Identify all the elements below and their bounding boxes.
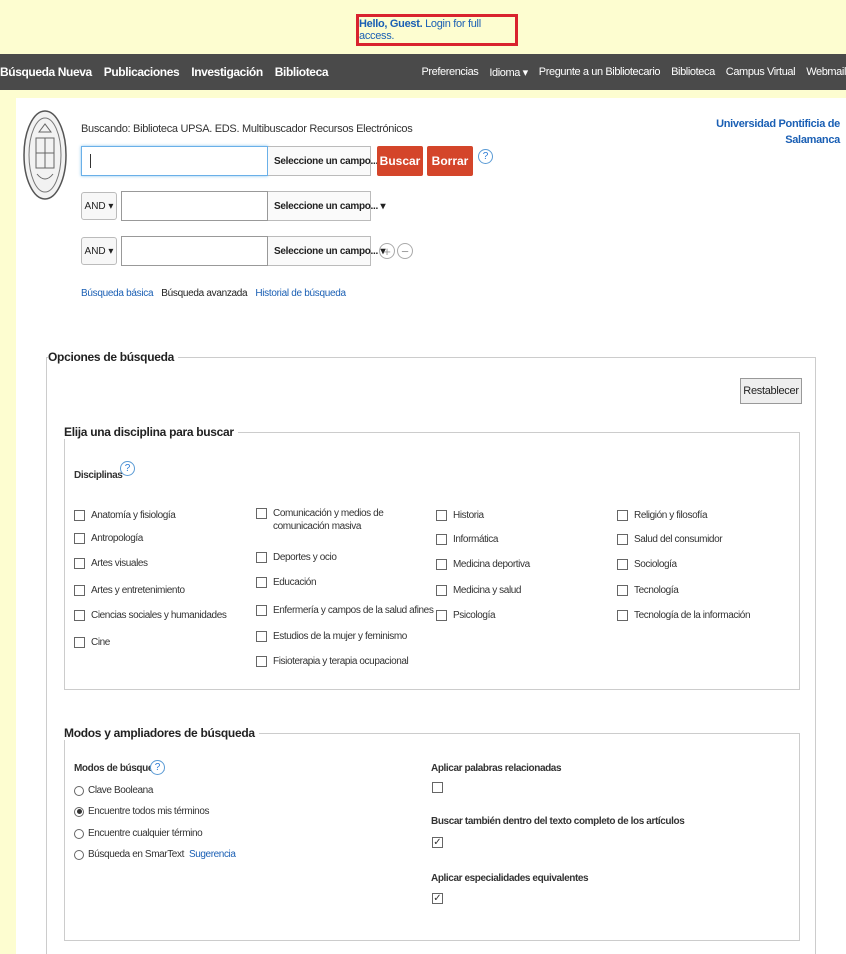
discipline-fieldset	[64, 432, 800, 690]
discipline-checkbox[interactable]: Antropología	[74, 532, 143, 545]
expander-related-words-label: Aplicar palabras relacionadas	[431, 763, 562, 774]
discipline-title: Elija una disciplina para buscar	[64, 425, 238, 439]
search-row-3: AND ▾ Seleccione un campo... ▾ + −	[81, 236, 413, 266]
searching-label: Buscando: Biblioteca UPSA. EDS. Multibus…	[81, 123, 413, 135]
discipline-checkbox[interactable]: Medicina y salud	[436, 584, 521, 597]
discipline-checkbox[interactable]: Salud del consumidor	[617, 533, 723, 546]
nav-library[interactable]: Biblioteca	[275, 65, 329, 79]
nav-new-search[interactable]: Búsqueda Nueva	[0, 65, 92, 79]
search-row-2: AND ▾ Seleccione un campo... ▾	[81, 191, 386, 221]
nav-ask-librarian[interactable]: Pregunte a un Bibliotecario	[539, 66, 661, 78]
discipline-checkbox[interactable]: Medicina deportiva	[436, 558, 530, 571]
discipline-checkbox[interactable]: Estudios de la mujer y feminismo	[256, 630, 407, 643]
nav-language[interactable]: Idioma ▾	[489, 66, 528, 79]
top-nav: Búsqueda Nueva Publicaciones Investigaci…	[0, 54, 846, 90]
university-line1: Universidad Pontificia de	[716, 118, 840, 130]
disciplines-help-icon[interactable]: ?	[120, 461, 135, 476]
guest-login-notice[interactable]: Hello, Guest. Login for full access.	[356, 14, 518, 46]
mode-radio-boolean[interactable]: Clave Booleana	[74, 785, 153, 796]
discipline-checkbox[interactable]: Comunicación y medios de comunicación ma…	[256, 507, 436, 533]
remove-row-icon[interactable]: −	[397, 243, 413, 259]
search-row-1: Seleccione un campo... ▾ Buscar Borrar ?	[81, 146, 493, 176]
mode-radio-all-terms[interactable]: Encuentre todos mis términos	[74, 806, 209, 817]
expander-subjects-label: Aplicar especialidades equivalentes	[431, 873, 589, 884]
nav-campus[interactable]: Campus Virtual	[726, 66, 796, 78]
search-options-title: Opciones de búsqueda	[48, 350, 179, 364]
discipline-checkbox[interactable]: Historia	[436, 509, 484, 522]
discipline-checkbox[interactable]: Psicología	[436, 609, 496, 622]
nav-preferences[interactable]: Preferencias	[421, 66, 478, 78]
clear-button[interactable]: Borrar	[427, 146, 473, 176]
advanced-search-link[interactable]: Búsqueda avanzada	[161, 288, 247, 299]
discipline-checkbox[interactable]: Tecnología de la información	[617, 609, 751, 622]
add-row-icon[interactable]: +	[379, 243, 395, 259]
discipline-checkbox[interactable]: Cine	[74, 636, 110, 649]
search-button[interactable]: Buscar	[377, 146, 423, 176]
reset-button[interactable]: Restablecer	[740, 378, 802, 404]
field-select-2[interactable]: Seleccione un campo... ▾	[268, 191, 386, 221]
expander-fulltext-label: Buscar también dentro del texto completo…	[431, 816, 685, 827]
nav-research[interactable]: Investigación	[191, 65, 263, 79]
discipline-checkbox[interactable]: Anatomía y fisiología	[74, 509, 176, 522]
discipline-checkbox[interactable]: Deportes y ocio	[256, 551, 337, 564]
expander-fulltext-checkbox[interactable]: ✓	[432, 837, 443, 848]
field-select-3[interactable]: Seleccione un campo... ▾	[268, 236, 386, 266]
field-select-1[interactable]: Seleccione un campo... ▾	[268, 146, 386, 176]
discipline-checkbox[interactable]: Ciencias sociales y humanidades	[74, 609, 227, 622]
modes-help-icon[interactable]: ?	[150, 760, 165, 775]
discipline-checkbox[interactable]: Fisioterapia y terapia ocupacional	[256, 655, 409, 668]
guest-bar: Hello, Guest. Login for full access.	[0, 0, 846, 54]
mode-radio-smartext[interactable]: Búsqueda en SmarText Sugerencia	[74, 849, 236, 860]
university-name-link[interactable]: Universidad Pontificia de Salamanca	[716, 116, 840, 148]
discipline-checkbox[interactable]: Religión y filosofía	[617, 509, 708, 522]
discipline-checkbox[interactable]: Informática	[436, 533, 498, 546]
expander-related-words-checkbox[interactable]	[432, 782, 443, 793]
basic-search-link[interactable]: Búsqueda básica	[81, 288, 154, 299]
discipline-checkbox[interactable]: Sociología	[617, 558, 677, 571]
discipline-checkbox[interactable]: Tecnología	[617, 584, 679, 597]
nav-library-right[interactable]: Biblioteca	[671, 66, 715, 78]
modes-title: Modos y ampliadores de búsqueda	[64, 726, 259, 740]
search-input-1[interactable]	[81, 146, 268, 176]
bool-select-3[interactable]: AND ▾	[81, 237, 117, 265]
search-history-link[interactable]: Historial de búsqueda	[255, 288, 346, 299]
suggestion-link[interactable]: Sugerencia	[189, 849, 236, 860]
discipline-checkbox[interactable]: Artes visuales	[74, 557, 148, 570]
help-icon[interactable]: ?	[478, 148, 493, 164]
guest-hello: Hello, Guest.	[359, 18, 423, 30]
expander-subjects-checkbox[interactable]: ✓	[432, 893, 443, 904]
search-input-2[interactable]	[121, 191, 268, 221]
search-links: Búsqueda básica Búsqueda avanzada Histor…	[81, 288, 346, 299]
discipline-checkbox[interactable]: Artes y entretenimiento	[74, 584, 185, 597]
discipline-checkbox[interactable]: Educación	[256, 576, 317, 589]
university-seal-logo	[23, 110, 67, 200]
search-input-3[interactable]	[121, 236, 268, 266]
nav-publications[interactable]: Publicaciones	[104, 65, 180, 79]
nav-webmail[interactable]: Webmail	[806, 66, 846, 78]
discipline-checkbox[interactable]: Enfermería y campos de la salud afines	[256, 604, 434, 617]
university-line2: Salamanca	[785, 134, 840, 146]
bool-select-2[interactable]: AND ▾	[81, 192, 117, 220]
mode-radio-any-term[interactable]: Encuentre cualquier término	[74, 828, 203, 839]
disciplines-label: Disciplinas	[74, 470, 123, 481]
